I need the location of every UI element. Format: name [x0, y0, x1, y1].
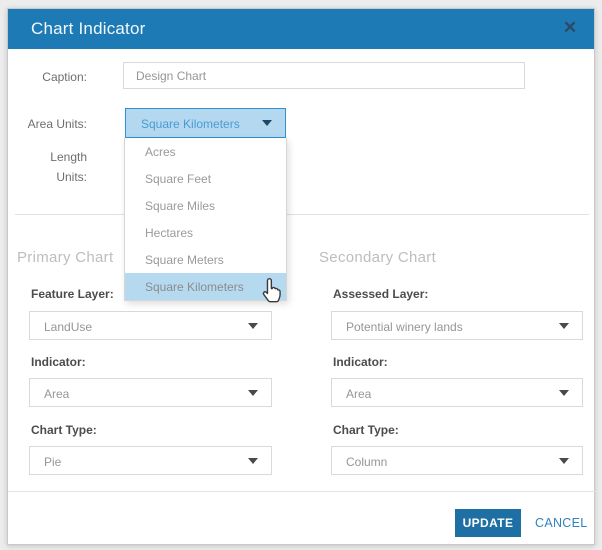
secondary-indicator-value: Area [346, 387, 371, 401]
assessed-layer-value: Potential winery lands [346, 320, 463, 334]
area-units-dropdown[interactable]: Square Kilometers [125, 108, 286, 138]
feature-layer-value: LandUse [44, 320, 92, 334]
close-icon[interactable]: ✕ [561, 18, 579, 38]
secondary-indicator-label: Indicator: [333, 355, 388, 369]
chart-indicator-dialog: Chart Indicator ✕ Caption: Area Units: S… [7, 8, 595, 545]
caption-label: Caption: [12, 70, 87, 84]
update-button[interactable]: UPDATE [455, 509, 521, 537]
feature-layer-dropdown[interactable]: LandUse [29, 311, 272, 340]
dropdown-option-square-kilometers[interactable]: Square Kilometers [125, 273, 286, 300]
primary-indicator-dropdown[interactable]: Area [29, 378, 272, 407]
dropdown-option-square-miles[interactable]: Square Miles [125, 192, 286, 219]
dropdown-option-acres[interactable]: Acres [125, 138, 286, 165]
dialog-header: Chart Indicator ✕ [8, 9, 594, 49]
feature-layer-label: Feature Layer: [31, 287, 114, 301]
primary-chart-heading: Primary Chart [17, 249, 113, 266]
chevron-down-icon [248, 323, 258, 329]
primary-chart-type-value: Pie [44, 455, 61, 469]
chevron-down-icon [559, 458, 569, 464]
assessed-layer-dropdown[interactable]: Potential winery lands [331, 311, 583, 340]
footer-divider [8, 491, 596, 492]
primary-indicator-value: Area [44, 387, 69, 401]
dropdown-option-hectares[interactable]: Hectares [125, 219, 286, 246]
secondary-chart-type-value: Column [346, 455, 387, 469]
caption-input[interactable] [123, 62, 525, 89]
dropdown-option-square-meters[interactable]: Square Meters [125, 246, 286, 273]
cancel-button[interactable]: CANCEL [535, 516, 588, 530]
dialog-title: Chart Indicator [31, 19, 146, 39]
primary-chart-type-label: Chart Type: [31, 423, 97, 437]
length-units-label: Length Units: [31, 147, 87, 187]
secondary-indicator-dropdown[interactable]: Area [331, 378, 583, 407]
chevron-down-icon [248, 390, 258, 396]
chevron-down-icon [248, 458, 258, 464]
primary-chart-type-dropdown[interactable]: Pie [29, 446, 272, 475]
assessed-layer-label: Assessed Layer: [333, 287, 428, 301]
area-units-label: Area Units: [12, 117, 87, 131]
chevron-down-icon [559, 390, 569, 396]
dropdown-option-square-feet[interactable]: Square Feet [125, 165, 286, 192]
primary-indicator-label: Indicator: [31, 355, 86, 369]
chevron-down-icon [262, 120, 272, 126]
chevron-down-icon [559, 323, 569, 329]
secondary-chart-type-dropdown[interactable]: Column [331, 446, 583, 475]
area-units-selected-value: Square Kilometers [141, 117, 240, 131]
section-divider [15, 214, 589, 215]
secondary-chart-heading: Secondary Chart [319, 249, 436, 266]
area-units-options-list: Acres Square Feet Square Miles Hectares … [124, 138, 287, 301]
secondary-chart-type-label: Chart Type: [333, 423, 399, 437]
